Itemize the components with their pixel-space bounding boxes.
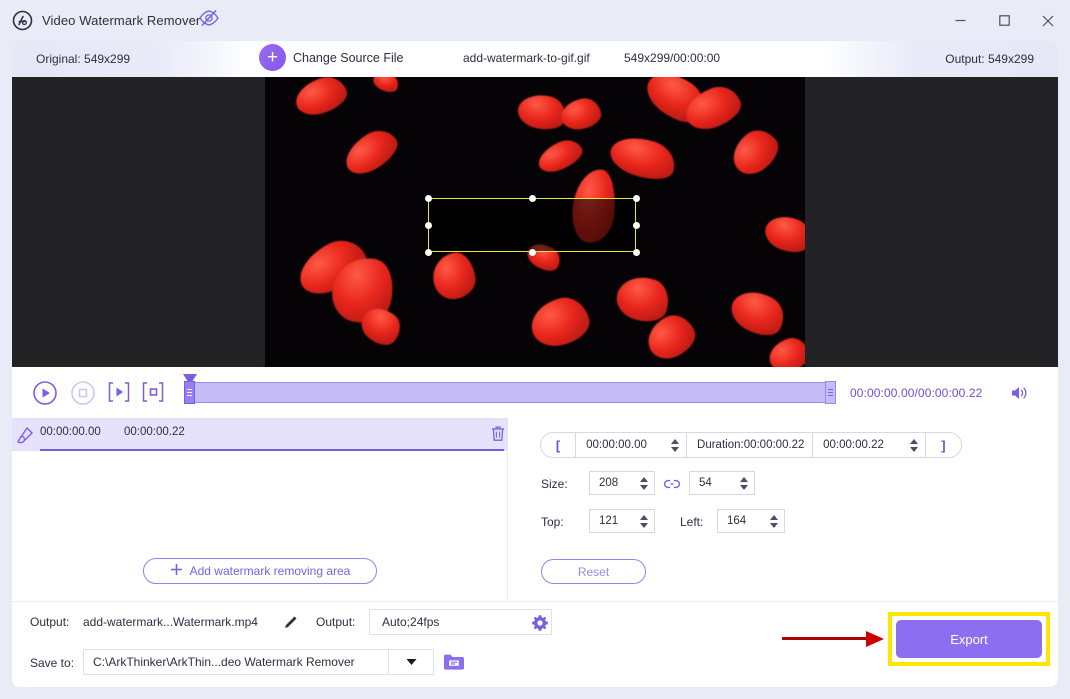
save-to-label: Save to: [30, 656, 75, 670]
left-input[interactable]: 164 [717, 509, 785, 533]
top-input[interactable]: 121 [589, 509, 655, 533]
stop-icon[interactable] [70, 380, 96, 411]
size-width-input[interactable]: 208 [589, 471, 655, 495]
change-source-file-button[interactable]: Change Source File [293, 51, 403, 65]
resize-handle-bottom-right[interactable] [633, 249, 640, 256]
left-label: Left: [680, 515, 704, 529]
trim-bracket-open[interactable]: [ [541, 433, 575, 457]
size-height-value: 54 [699, 477, 712, 489]
video-preview-area [12, 77, 1058, 367]
trim-start-field[interactable]: 00:00:00.00 [575, 433, 686, 457]
output-filename-value: add-watermark...Watermark.mp4 [83, 615, 258, 629]
petal [765, 334, 805, 367]
resize-handle-middle-right[interactable] [633, 222, 640, 229]
size-height-stepper[interactable] [739, 476, 749, 490]
trim-duration-label: Duration:00:00:00.22 [686, 433, 812, 457]
petal [526, 292, 594, 352]
watermark-selection-box[interactable] [425, 195, 640, 256]
timeline-handle-left[interactable] [184, 381, 195, 404]
original-info-tab: Original: 549x299 [12, 41, 244, 77]
time-readout: 00:00:00.00/00:00:00.22 [850, 386, 983, 400]
resize-handle-top-right[interactable] [633, 195, 640, 202]
change-source-plus-icon[interactable]: + [259, 44, 286, 71]
red-arrow-head-icon [866, 631, 884, 647]
red-arrow-icon [782, 637, 872, 640]
petal [605, 129, 681, 187]
add-watermark-area-label: Add watermark removing area [189, 564, 351, 578]
petal [430, 250, 478, 302]
size-width-value: 208 [599, 477, 619, 489]
maximize-icon[interactable] [982, 0, 1026, 41]
resize-handle-top-left[interactable] [425, 195, 432, 202]
size-height-input[interactable]: 54 [689, 471, 755, 495]
plus-icon [170, 563, 183, 579]
trim-end-stepper[interactable] [909, 438, 919, 452]
trim-range-row: [ 00:00:00.00 Duration:00:00:00.22 00:00… [540, 432, 962, 458]
clip-end-time: 00:00:00.22 [124, 426, 185, 438]
petal [370, 77, 402, 96]
watermark-brush-icon [16, 426, 34, 449]
trim-start-value: 00:00:00.00 [586, 439, 647, 451]
trim-start-stepper[interactable] [670, 438, 680, 452]
output-format-value: Auto;24fps [382, 615, 440, 629]
output-info-tab: Output: 549x299 [826, 41, 1058, 77]
clip-start-time: 00:00:00.00 [40, 426, 101, 438]
size-width-stepper[interactable] [639, 476, 649, 490]
output-format-label: Output: [316, 615, 356, 629]
source-filename-label: add-watermark-to-gif.gif [463, 51, 590, 65]
size-label: Size: [541, 477, 568, 491]
output-format-field[interactable]: Auto;24fps [369, 609, 552, 635]
set-end-icon[interactable] [141, 381, 165, 408]
top-stepper[interactable] [639, 514, 649, 528]
save-to-path-field[interactable]: C:\ArkThinker\ArkThin...deo Watermark Re… [83, 649, 389, 675]
timeline-track[interactable] [184, 381, 836, 404]
original-resolution-label: Original: 549x299 [36, 52, 131, 66]
gear-icon[interactable] [531, 614, 549, 637]
petal [558, 95, 604, 133]
reset-button[interactable]: Reset [541, 559, 646, 584]
chevron-down-icon[interactable] [389, 649, 434, 675]
top-label: Top: [541, 515, 564, 529]
volume-icon[interactable] [1010, 384, 1030, 407]
top-value: 121 [599, 515, 619, 527]
add-watermark-area-button[interactable]: Add watermark removing area [143, 558, 377, 584]
petal [724, 122, 786, 182]
pencil-icon[interactable] [283, 615, 298, 635]
window-controls [938, 0, 1070, 41]
petal [724, 282, 792, 344]
petal [291, 77, 351, 121]
save-to-path-value: C:\ArkThinker\ArkThin...deo Watermark Re… [93, 655, 355, 669]
minimize-icon[interactable] [938, 0, 982, 41]
title-bar: Video Watermark Remover [0, 0, 1070, 41]
trim-bracket-close[interactable]: ] [924, 433, 961, 457]
open-folder-icon[interactable] [443, 653, 465, 676]
play-icon[interactable] [32, 380, 58, 411]
petal [533, 134, 587, 178]
trim-end-field[interactable]: 00:00:00.22 [812, 433, 925, 457]
output-file-label: Output: [30, 615, 70, 629]
trim-end-value: 00:00:00.22 [823, 439, 884, 451]
timeline-handle-right[interactable] [825, 381, 836, 404]
resize-handle-bottom-left[interactable] [425, 249, 432, 256]
petal [338, 122, 404, 182]
export-button[interactable]: Export [896, 620, 1042, 658]
resize-handle-top-center[interactable] [529, 195, 536, 202]
link-aspect-ratio-icon[interactable] [663, 477, 681, 495]
source-dimensions-label: 549x299/00:00:00 [624, 51, 721, 65]
output-resolution-label: Output: 549x299 [945, 52, 1034, 66]
resize-handle-bottom-center[interactable] [529, 249, 536, 256]
video-canvas[interactable] [265, 77, 805, 367]
close-icon[interactable] [1026, 0, 1070, 41]
watermark-logo-icon [12, 10, 33, 31]
resize-handle-middle-left[interactable] [425, 222, 432, 229]
set-start-icon[interactable] [107, 381, 131, 408]
eye-off-icon[interactable] [198, 9, 220, 32]
app-window: Video Watermark Remover Original: 549x29… [0, 0, 1070, 699]
left-value: 164 [727, 515, 747, 527]
trash-icon[interactable] [490, 425, 506, 447]
timeline-range[interactable] [184, 382, 836, 403]
petal [760, 209, 805, 259]
left-stepper[interactable] [769, 514, 779, 528]
window-title: Video Watermark Remover [42, 13, 201, 28]
